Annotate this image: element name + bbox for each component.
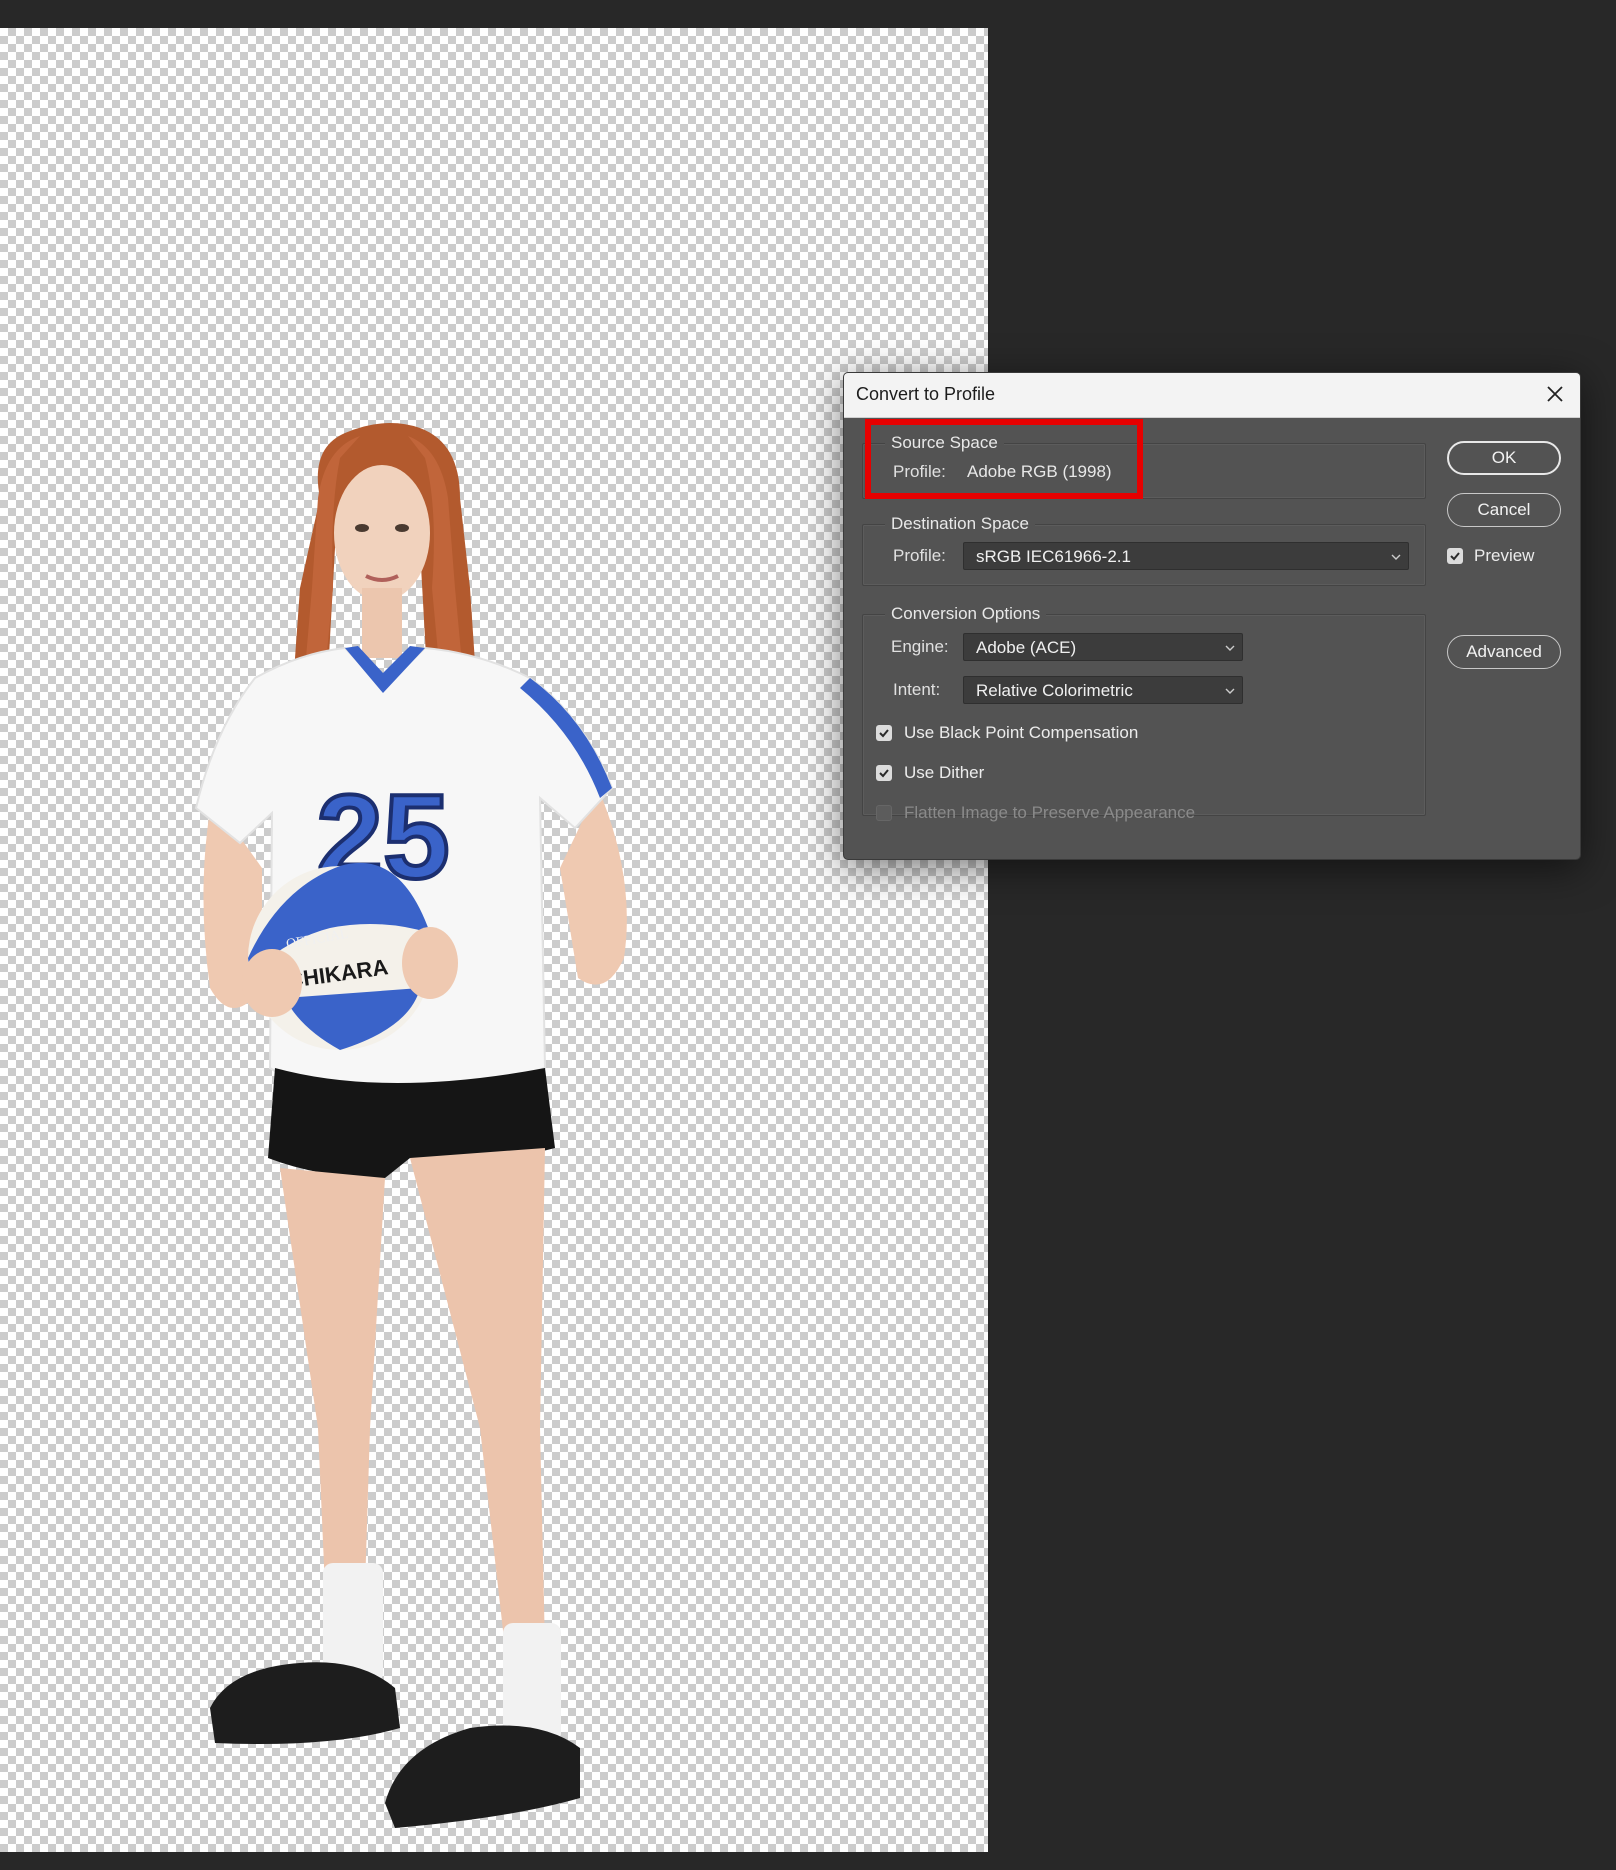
checkmark-icon — [879, 769, 889, 778]
dither-label[interactable]: Use Dither — [904, 762, 984, 784]
destination-space-legend: Destination Space — [885, 513, 1035, 535]
dialog-title: Convert to Profile — [856, 384, 996, 404]
advanced-button[interactable]: Advanced — [1447, 635, 1561, 669]
intent-label: Intent: — [893, 680, 941, 699]
conversion-options-group: Conversion Options Engine: Adobe (ACE) I… — [862, 603, 1426, 822]
destination-space-group: Destination Space Profile: sRGB IEC61966… — [862, 513, 1426, 586]
engine-select[interactable]: Adobe (ACE) — [963, 633, 1243, 661]
preview-label[interactable]: Preview — [1474, 545, 1534, 567]
ok-button[interactable]: OK — [1447, 441, 1561, 475]
source-profile-label: Profile: — [893, 462, 946, 481]
flatten-label: Flatten Image to Preserve Appearance — [904, 803, 1196, 822]
source-profile-value: Adobe RGB (1998) — [967, 462, 1112, 481]
close-icon — [1547, 386, 1563, 402]
preview-checkbox[interactable] — [1447, 548, 1463, 564]
conversion-options-legend: Conversion Options — [885, 603, 1047, 625]
checkmark-icon — [879, 729, 889, 738]
engine-label: Engine: — [891, 637, 949, 656]
cancel-button[interactable]: Cancel — [1447, 493, 1561, 527]
black-point-label[interactable]: Use Black Point Compensation — [904, 722, 1138, 744]
chevron-down-icon — [1225, 688, 1235, 694]
checkmark-icon — [1450, 552, 1460, 561]
convert-to-profile-dialog: Convert to Profile Source Space Profile:… — [843, 372, 1581, 860]
dither-checkbox[interactable] — [876, 765, 892, 781]
destination-profile-label: Profile: — [893, 546, 946, 565]
source-space-group: Source Space Profile: Adobe RGB (1998) — [862, 432, 1426, 499]
image-canvas[interactable]: 25 TACHIKARA OFFICIAL — [0, 28, 988, 1852]
flatten-checkbox — [876, 805, 892, 821]
destination-profile-value: sRGB IEC61966-2.1 — [976, 547, 1131, 566]
intent-value: Relative Colorimetric — [976, 681, 1133, 700]
chevron-down-icon — [1391, 554, 1401, 560]
volleyball-player-photo: 25 TACHIKARA OFFICIAL — [194, 423, 627, 1828]
intent-select[interactable]: Relative Colorimetric — [963, 676, 1243, 704]
engine-value: Adobe (ACE) — [976, 638, 1077, 657]
close-button[interactable] — [1540, 379, 1570, 409]
black-point-checkbox[interactable] — [876, 725, 892, 741]
chevron-down-icon — [1225, 645, 1235, 651]
dialog-titlebar[interactable]: Convert to Profile — [844, 373, 1580, 418]
destination-profile-select[interactable]: sRGB IEC61966-2.1 — [963, 542, 1409, 570]
source-space-legend: Source Space — [885, 432, 1004, 454]
